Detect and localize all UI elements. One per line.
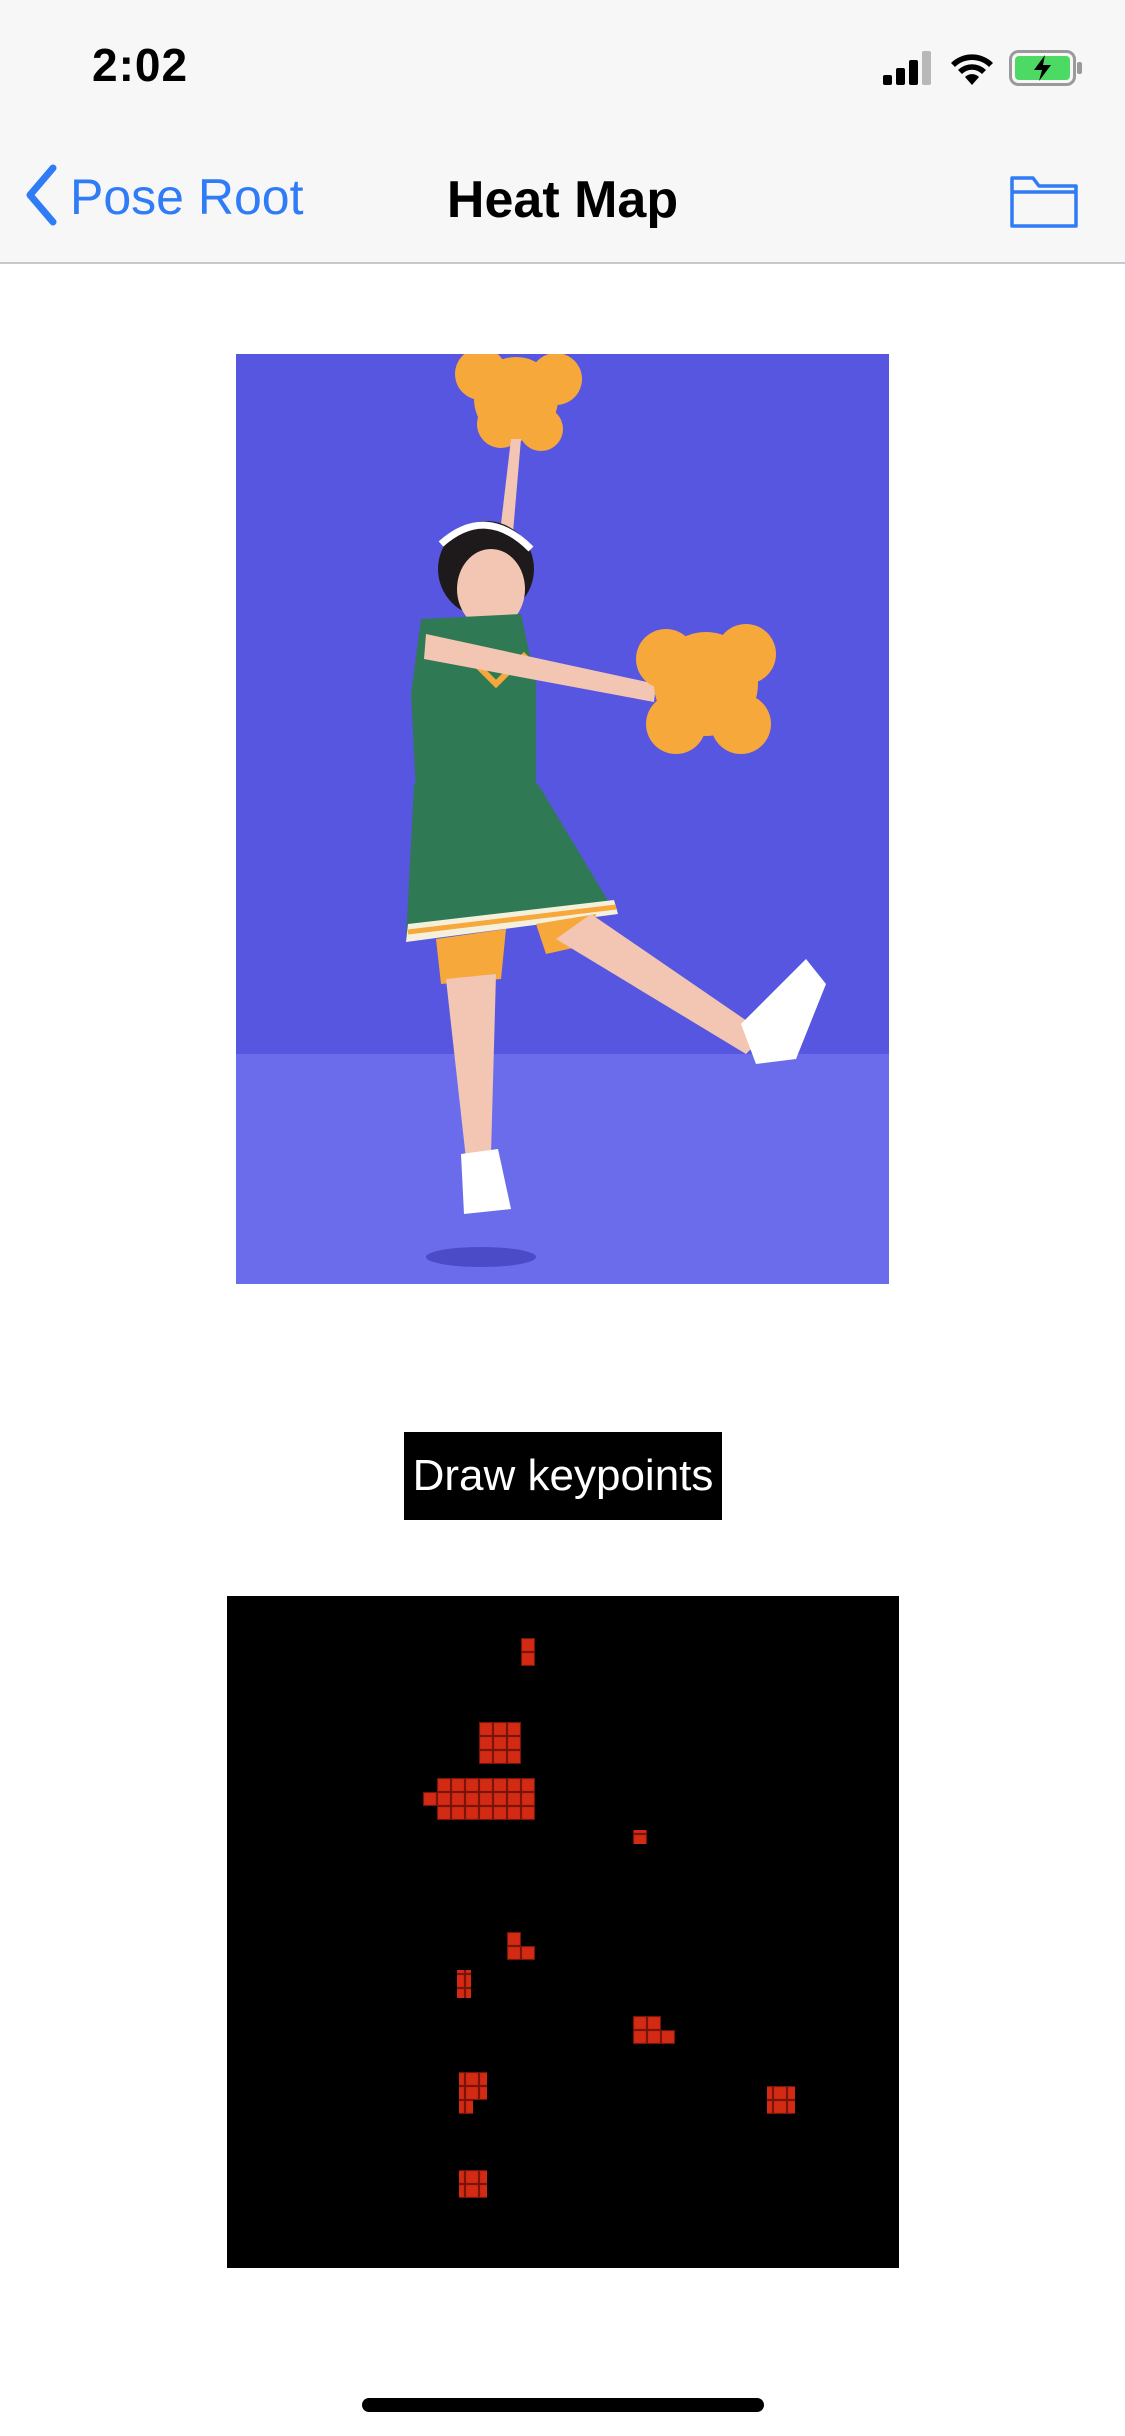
home-indicator[interactable] xyxy=(362,2398,764,2412)
heatmap-blob-knee-left xyxy=(459,2072,487,2114)
status-bar: 2:02 xyxy=(0,0,1125,132)
heatmap-canvas xyxy=(227,1596,899,2268)
status-icons xyxy=(883,49,1085,91)
heatmap-blob-shoulders xyxy=(423,1778,535,1820)
draw-keypoints-button[interactable]: Draw keypoints xyxy=(404,1432,722,1520)
status-time: 2:02 xyxy=(92,39,189,91)
heatmap-blob-hand xyxy=(633,1830,647,1844)
screen: 2:02 Pose Root Heat Map Draw keypoints xyxy=(0,0,1125,2436)
battery-charging-icon xyxy=(1009,49,1085,91)
heatmap-blob-hip-right xyxy=(507,1932,535,1960)
cellular-signal-icon xyxy=(883,50,935,90)
navigation-bar: Pose Root Heat Map xyxy=(0,132,1125,264)
heatmap-blob-head xyxy=(521,1638,535,1666)
folder-icon xyxy=(1009,176,1079,234)
wifi-icon xyxy=(949,51,995,90)
heatmap-blob-knee-right xyxy=(633,2016,675,2044)
folder-button[interactable] xyxy=(1009,170,1079,230)
heatmap-blob-hip-left xyxy=(457,1970,471,1998)
cheerleader-photo xyxy=(236,354,889,1284)
heatmap-blob-foot-right xyxy=(767,2086,795,2114)
page-title: Heat Map xyxy=(446,171,679,229)
heatmap-blob-foot-left xyxy=(459,2170,487,2198)
heatmap-blob-neck xyxy=(479,1722,521,1764)
